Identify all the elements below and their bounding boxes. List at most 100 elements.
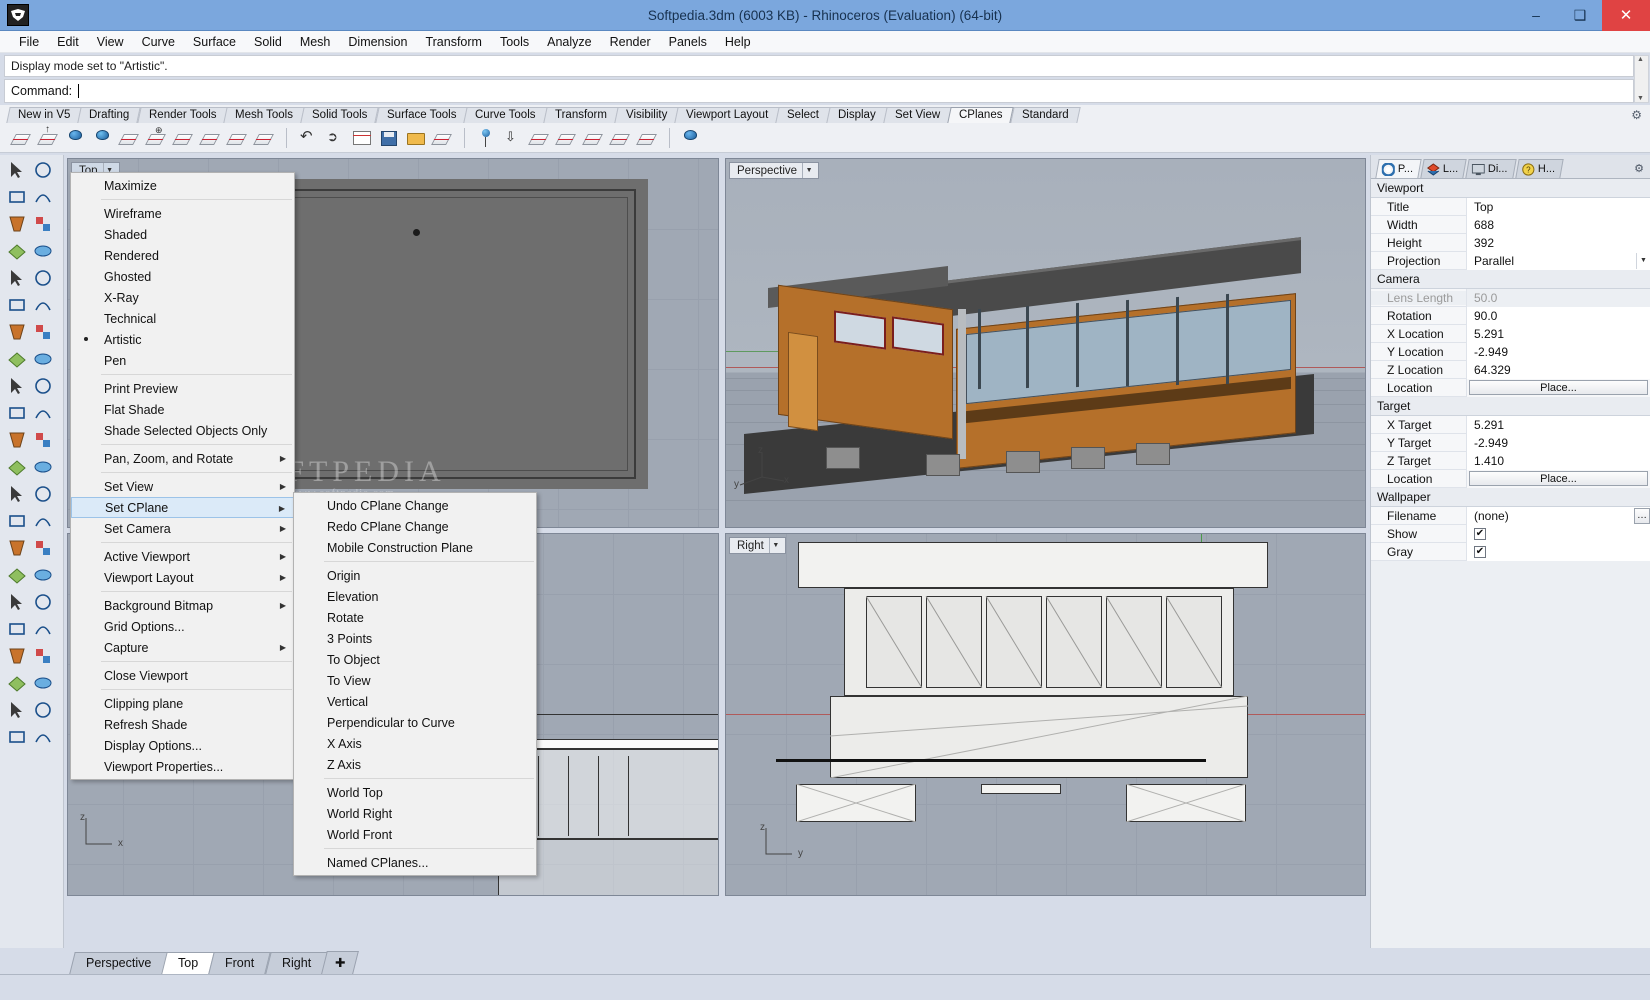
menu-item-rendered[interactable]: Rendered xyxy=(71,245,294,266)
command-history-scrollbar[interactable] xyxy=(1634,55,1649,103)
grid-icon[interactable] xyxy=(6,618,30,642)
mirror-icon[interactable] xyxy=(32,456,56,480)
split-icon[interactable] xyxy=(32,483,56,507)
viewport-perspective[interactable]: z y x Perspective ▼ xyxy=(725,158,1366,528)
toolbar-tab-viewport-layout[interactable]: Viewport Layout xyxy=(674,107,780,123)
open-cplane-icon[interactable] xyxy=(404,126,428,150)
menu-item-active-viewport[interactable]: Active Viewport ▶ xyxy=(71,546,294,567)
cplane-prev-icon[interactable] xyxy=(528,126,552,150)
menu-item-technical[interactable]: Technical xyxy=(71,308,294,329)
menu-item-mesh[interactable]: Mesh xyxy=(291,33,340,51)
toolbar-tab-cplanes[interactable]: CPlanes xyxy=(947,107,1015,123)
viewport-perspective-title[interactable]: Perspective ▼ xyxy=(729,162,820,179)
viewport-context-menu[interactable]: Maximize Wireframe Shaded Rendered Ghosted X-… xyxy=(70,172,295,780)
menu-item-perpendicular-to-curve[interactable]: Perpendicular to Curve xyxy=(294,712,536,733)
menu-item-artistic[interactable]: Artistic xyxy=(71,329,294,350)
toolbar-tab-select[interactable]: Select xyxy=(775,107,831,123)
panel-tab-display-monitor[interactable]: Di... xyxy=(1465,159,1517,178)
toolbar-tab-drafting[interactable]: Drafting xyxy=(77,107,142,123)
menu-item-print-preview[interactable]: Print Preview xyxy=(71,378,294,399)
polygon-icon[interactable] xyxy=(6,294,30,318)
menu-item-close-viewport[interactable]: Close Viewport xyxy=(71,665,294,686)
menu-item-x-axis[interactable]: X Axis xyxy=(294,733,536,754)
cplane-right-icon[interactable] xyxy=(636,126,660,150)
dimension-icon[interactable] xyxy=(32,510,56,534)
menu-item-flat-shade[interactable]: Flat Shade xyxy=(71,399,294,420)
menu-item-ghosted[interactable]: Ghosted xyxy=(71,266,294,287)
viewport-tab-top[interactable]: Top xyxy=(161,952,216,974)
check-icon[interactable] xyxy=(32,672,56,696)
viewport-right[interactable]: z y Right ▼ xyxy=(725,533,1366,896)
menu-item-set-view[interactable]: Set View ▶ xyxy=(71,476,294,497)
ellipse-icon[interactable] xyxy=(6,240,30,264)
add-viewport-tab-button[interactable]: ✚ xyxy=(320,951,360,974)
menu-item-maximize[interactable]: Maximize xyxy=(71,175,294,196)
menu-item-tools[interactable]: Tools xyxy=(491,33,538,51)
set-cplane-submenu[interactable]: Undo CPlane Change Redo CPlane Change Mobi… xyxy=(293,492,537,876)
cylinder-icon[interactable] xyxy=(6,375,30,399)
menu-item-world-top[interactable]: World Top xyxy=(294,782,536,803)
toolbar-tab-standard[interactable]: Standard xyxy=(1009,107,1080,123)
chevron-down-icon[interactable]: ▼ xyxy=(1636,252,1650,269)
loft-icon[interactable] xyxy=(32,321,56,345)
panel-gear-icon[interactable]: ⚙ xyxy=(1634,162,1644,175)
menu-item-named-cplanes[interactable]: Named CPlanes... xyxy=(294,852,536,873)
menu-item-to-view[interactable]: To View xyxy=(294,670,536,691)
menu-item-shaded[interactable]: Shaded xyxy=(71,224,294,245)
place-button[interactable]: Place... xyxy=(1469,471,1648,486)
rotate-icon[interactable] xyxy=(6,456,30,480)
menu-item-help[interactable]: Help xyxy=(716,33,760,51)
cplane-rotate-icon[interactable] xyxy=(118,126,142,150)
menu-item-x-ray[interactable]: X-Ray xyxy=(71,287,294,308)
join-icon[interactable] xyxy=(32,645,56,669)
cplane-perp-curve-icon[interactable] xyxy=(253,126,277,150)
property-value[interactable]: 5.291 xyxy=(1466,324,1650,343)
menu-item-set-cplane[interactable]: Set CPlane ▶ xyxy=(71,497,294,518)
menu-item-world-right[interactable]: World Right xyxy=(294,803,536,824)
fillet-icon[interactable] xyxy=(32,402,56,426)
named-cplanes-icon[interactable] xyxy=(350,126,374,150)
panel-tab-color-wheel[interactable]: P... xyxy=(1375,159,1422,178)
mobile-cplane-icon[interactable] xyxy=(474,126,498,150)
menu-item-file[interactable]: File xyxy=(10,33,48,51)
panel-tab-help[interactable]: ? H... xyxy=(1515,159,1564,178)
cplane-elevation-icon[interactable]: ↑ xyxy=(37,124,61,150)
analyze-icon[interactable] xyxy=(6,672,30,696)
paint-icon[interactable] xyxy=(32,726,56,750)
menu-item-redo-cplane-change[interactable]: Redo CPlane Change xyxy=(294,516,536,537)
menu-item-grid-options[interactable]: Grid Options... xyxy=(71,616,294,637)
menu-item-display-options[interactable]: Display Options... xyxy=(71,735,294,756)
transform-icon[interactable] xyxy=(6,429,30,453)
menu-item-undo-cplane-change[interactable]: Undo CPlane Change xyxy=(294,495,536,516)
chevron-down-icon[interactable]: ▼ xyxy=(802,163,815,178)
menu-item-edit[interactable]: Edit xyxy=(48,33,88,51)
curve-icon[interactable] xyxy=(6,267,30,291)
cplane-next-icon[interactable]: ⇩ xyxy=(501,126,525,150)
cone-icon[interactable] xyxy=(32,375,56,399)
cplane-solid-icon[interactable] xyxy=(679,126,703,150)
snap-icon[interactable] xyxy=(32,618,56,642)
viewport-tab-right[interactable]: Right xyxy=(264,952,328,974)
panel-tab-layers[interactable]: L... xyxy=(1420,159,1468,178)
menu-item-set-camera[interactable]: Set Camera ▶ xyxy=(71,518,294,539)
menu-item-transform[interactable]: Transform xyxy=(416,33,491,51)
menu-item-pen[interactable]: Pen xyxy=(71,350,294,371)
cplane-object-icon[interactable] xyxy=(64,126,88,150)
array-icon[interactable] xyxy=(6,537,30,561)
select-arrow-icon[interactable] xyxy=(6,159,30,183)
viewport-right-title[interactable]: Right ▼ xyxy=(729,537,786,554)
toolbar-tab-surface-tools[interactable]: Surface Tools xyxy=(374,107,468,123)
viewport-tab-front[interactable]: Front xyxy=(208,952,272,974)
property-value[interactable]: 90.0 xyxy=(1466,306,1650,325)
group-icon[interactable] xyxy=(32,564,56,588)
toolbar-tab-solid-tools[interactable]: Solid Tools xyxy=(300,107,380,123)
property-value[interactable]: Top xyxy=(1466,197,1650,216)
hide-icon[interactable] xyxy=(6,699,30,723)
explode-icon[interactable] xyxy=(6,645,30,669)
property-value[interactable]: 392 xyxy=(1466,233,1650,252)
command-line[interactable]: Command: xyxy=(4,79,1634,103)
toolbar-tab-new-in-v5[interactable]: New in V5 xyxy=(6,107,83,123)
menu-item-background-bitmap[interactable]: Background Bitmap ▶ xyxy=(71,595,294,616)
redo-cplane-icon[interactable]: ➲ xyxy=(323,126,347,150)
viewport-tab-perspective[interactable]: Perspective xyxy=(69,952,169,974)
